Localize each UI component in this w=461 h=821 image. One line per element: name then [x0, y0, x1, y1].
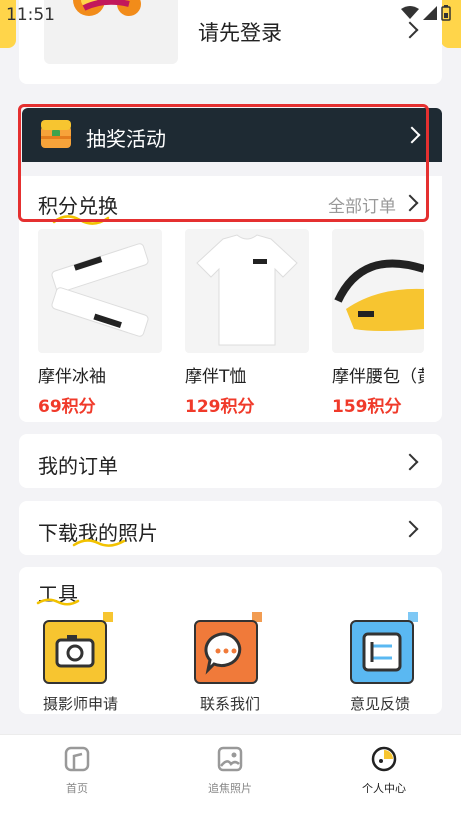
signal-icon [423, 6, 437, 20]
status-bar: 11:51 [0, 0, 461, 30]
all-orders-link[interactable]: 全部订单 [328, 192, 396, 217]
treasure-chest-icon [38, 116, 74, 152]
feedback-icon [350, 620, 414, 684]
wifi-icon [401, 6, 419, 19]
nav-label: 首页 [66, 782, 88, 795]
tool-label[interactable]: 意见反馈 [350, 693, 410, 714]
squiggle-decoration [72, 539, 126, 547]
nav-label: 追焦照片 [208, 782, 252, 795]
product-image-sleeve[interactable] [38, 229, 162, 353]
squiggle-decoration [52, 215, 110, 225]
camera-icon [43, 620, 107, 684]
product-price: 159积分 [332, 397, 402, 417]
tool-label[interactable]: 摄影师申请 [43, 693, 118, 714]
product-price: 69积分 [38, 397, 96, 417]
chat-icon [194, 620, 258, 684]
product-image-tshirt[interactable] [185, 229, 309, 353]
nav-photos[interactable]: 追焦照片 [170, 744, 290, 796]
my-orders-label[interactable]: 我的订单 [38, 450, 118, 479]
product-name[interactable]: 摩伴T恤 [185, 362, 246, 387]
product-name-clip: 摩伴腰包（黄 [332, 362, 424, 386]
product-price: 129积分 [185, 397, 255, 417]
product-name[interactable]: 摩伴冰袖 [38, 362, 106, 387]
home-icon [64, 746, 90, 772]
lottery-banner[interactable] [22, 108, 442, 162]
nav-profile[interactable]: 个人中心 [324, 744, 444, 796]
status-time: 11:51 [6, 5, 55, 25]
lottery-label[interactable]: 抽奖活动 [86, 123, 166, 152]
tool-label[interactable]: 联系我们 [200, 693, 260, 714]
photo-icon [217, 746, 243, 772]
squiggle-decoration [36, 598, 80, 606]
status-icons [401, 5, 451, 21]
nav-home[interactable]: 首页 [17, 744, 137, 796]
product-image-waist-bag[interactable] [332, 229, 424, 353]
nav-label: 个人中心 [362, 782, 406, 795]
profile-icon [371, 746, 397, 772]
battery-icon [441, 5, 451, 21]
product-name[interactable]: 摩伴腰包（黄 [332, 367, 424, 386]
